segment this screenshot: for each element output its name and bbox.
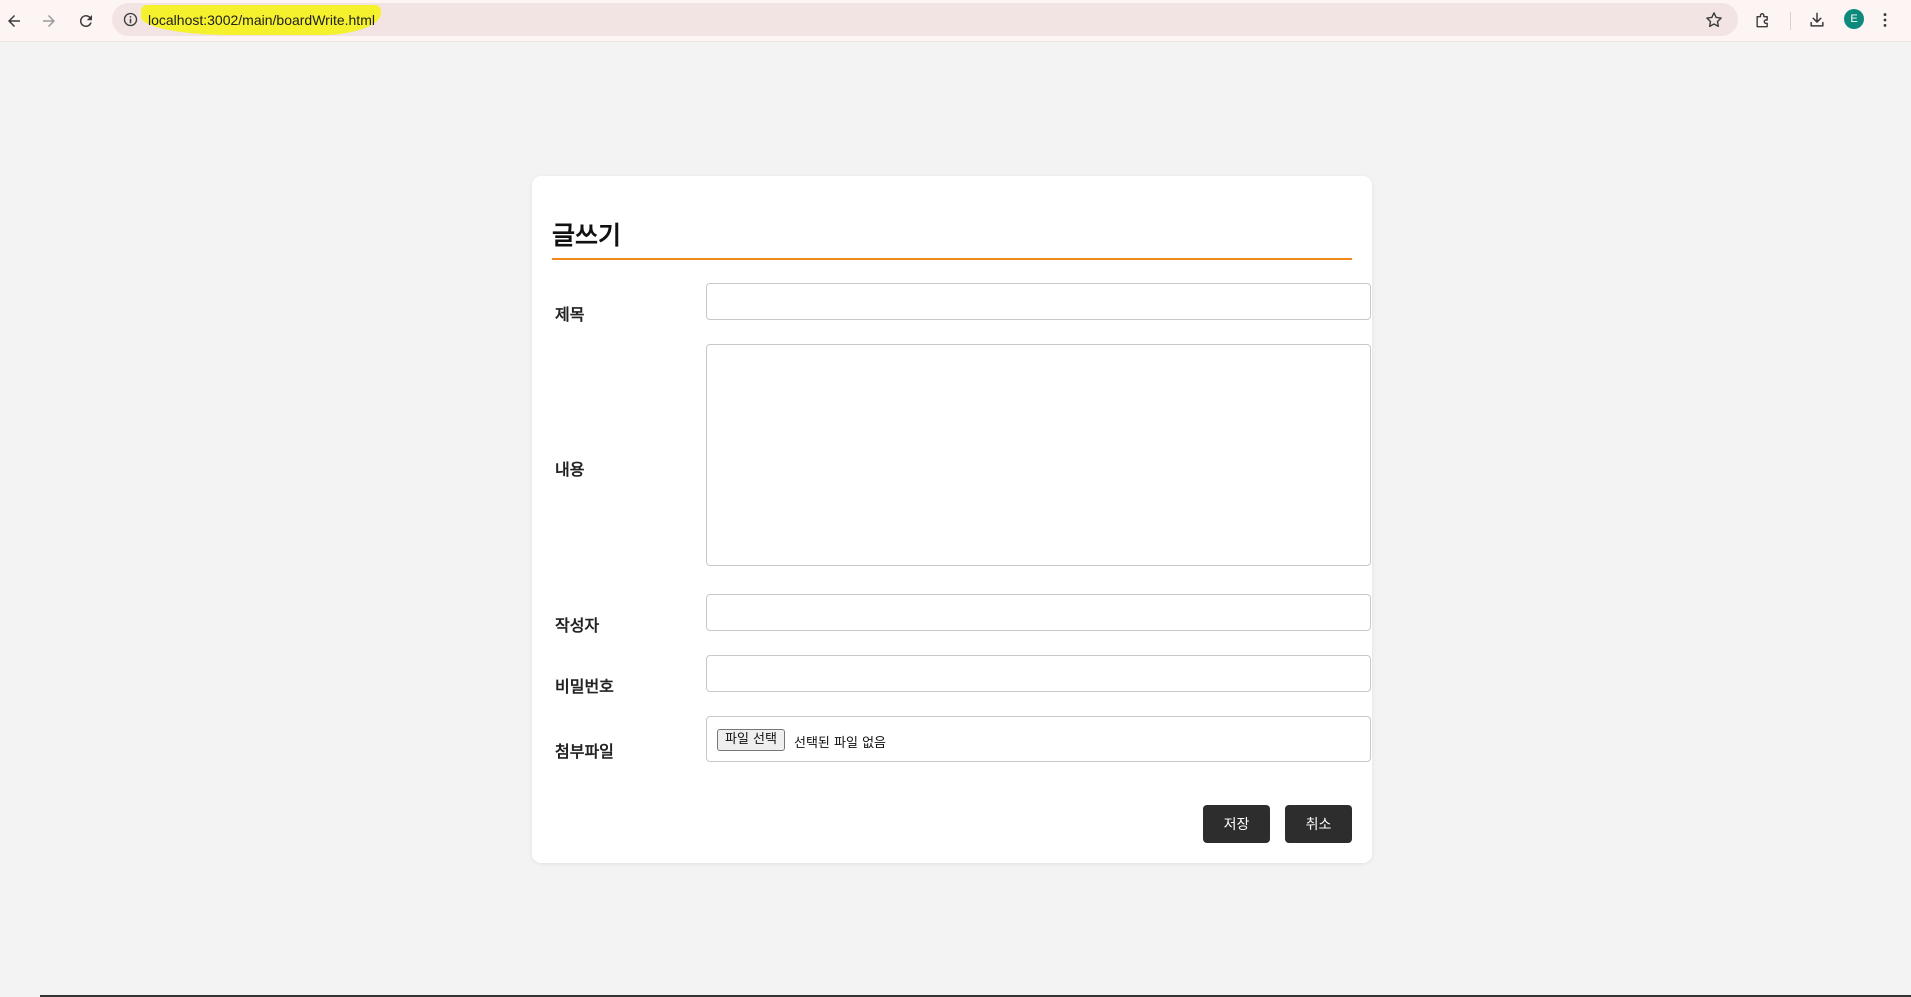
choose-file-button[interactable]: 파일 선택 bbox=[717, 729, 785, 751]
cancel-button[interactable]: 취소 bbox=[1285, 805, 1352, 843]
forward-arrow-icon[interactable] bbox=[35, 7, 63, 35]
password-label: 비밀번호 bbox=[555, 677, 614, 696]
title-divider bbox=[552, 258, 1352, 260]
toolbar-divider bbox=[1790, 12, 1791, 30]
kebab-menu-icon[interactable] bbox=[1874, 9, 1896, 31]
page-title: 글쓰기 bbox=[552, 221, 622, 250]
subject-input[interactable] bbox=[706, 283, 1371, 320]
content-textarea[interactable] bbox=[706, 344, 1371, 566]
save-button[interactable]: 저장 bbox=[1203, 805, 1270, 843]
download-icon[interactable] bbox=[1806, 9, 1828, 31]
author-label: 작성자 bbox=[555, 616, 600, 635]
back-arrow-icon[interactable] bbox=[0, 7, 28, 35]
password-input[interactable] bbox=[706, 655, 1371, 692]
profile-avatar[interactable]: E bbox=[1844, 9, 1864, 29]
content-label: 내용 bbox=[555, 460, 585, 479]
reload-icon[interactable] bbox=[72, 7, 100, 35]
site-info-icon[interactable] bbox=[122, 11, 139, 28]
address-bar[interactable]: localhost:3002/main/boardWrite.html bbox=[112, 3, 1738, 36]
url-text[interactable]: localhost:3002/main/boardWrite.html bbox=[148, 12, 375, 28]
bookmark-star-icon[interactable] bbox=[1704, 10, 1724, 30]
attachment-file-input[interactable]: 파일 선택 선택된 파일 없음 bbox=[706, 716, 1371, 762]
browser-toolbar: localhost:3002/main/boardWrite.html E bbox=[0, 0, 1911, 42]
file-status-text: 선택된 파일 없음 bbox=[794, 736, 886, 751]
extensions-puzzle-icon[interactable] bbox=[1752, 9, 1774, 31]
author-input[interactable] bbox=[706, 594, 1371, 631]
attachment-label: 첨부파일 bbox=[555, 742, 614, 761]
subject-label: 제목 bbox=[555, 305, 585, 324]
board-write-card: 글쓰기 제목 내용 작성자 비밀번호 첨부파일 파일 선택 선택된 파일 없음 … bbox=[532, 176, 1372, 863]
